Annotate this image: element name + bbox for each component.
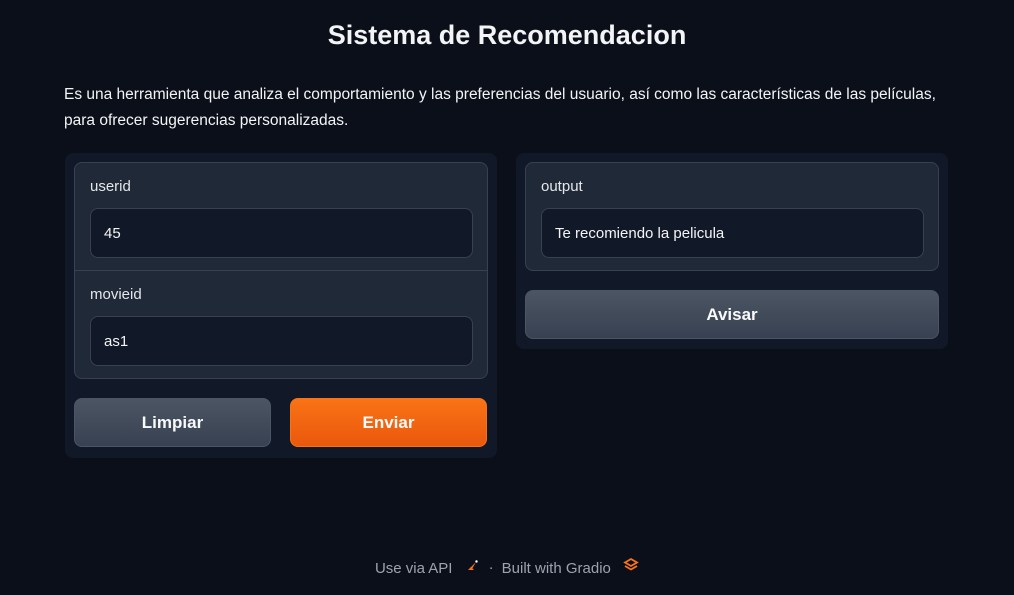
output-label: output	[541, 178, 583, 195]
gradio-logo-icon	[623, 557, 639, 573]
submit-button[interactable]: Enviar	[290, 398, 487, 447]
input-form: userid 45 movieid as1	[74, 162, 488, 379]
input-panel: userid 45 movieid as1 Limpiar Enviar	[65, 153, 497, 458]
output-panel: output Te recomiendo la pelicula Avisar	[516, 153, 948, 349]
use-api-link[interactable]: Use via API	[375, 557, 481, 577]
page-title: Sistema de Recomendacion	[327, 20, 687, 50]
page-description: Es una herramienta que analiza el compor…	[64, 86, 936, 129]
built-with-gradio-link[interactable]: Built with Gradio	[502, 557, 639, 577]
output-block: output Te recomiendo la pelicula	[525, 162, 939, 271]
footer: Use via API · Built with Gradio	[0, 557, 1014, 577]
userid-input[interactable]: 45	[90, 208, 473, 258]
userid-label: userid	[90, 178, 131, 195]
movieid-input[interactable]: as1	[90, 316, 473, 366]
movieid-label: movieid	[90, 286, 142, 303]
field-divider	[75, 270, 487, 271]
footer-separator: ·	[488, 558, 494, 576]
rocket-icon	[465, 557, 481, 573]
flag-button[interactable]: Avisar	[525, 290, 939, 339]
output-textbox[interactable]: Te recomiendo la pelicula	[541, 208, 924, 258]
clear-button[interactable]: Limpiar	[74, 398, 271, 447]
